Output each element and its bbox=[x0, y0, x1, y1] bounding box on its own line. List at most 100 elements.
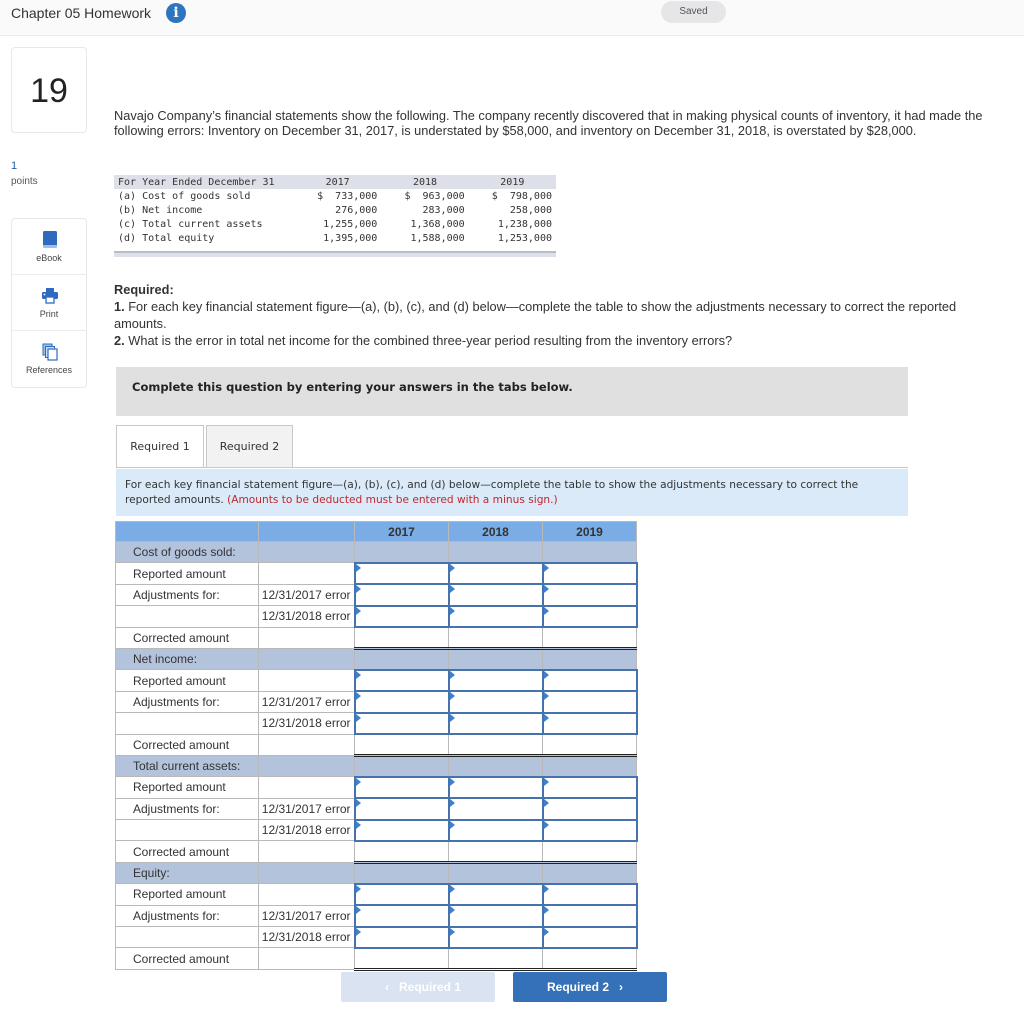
answer-cell[interactable] bbox=[447, 797, 544, 821]
answer-input-3-reported-2017[interactable] bbox=[355, 884, 448, 905]
answer-cell[interactable] bbox=[541, 797, 638, 821]
input-flag-icon bbox=[355, 670, 361, 679]
answer-cell[interactable] bbox=[353, 668, 450, 693]
answer-input-2-err2018-2017[interactable] bbox=[355, 820, 448, 840]
answer-input-3-err2017-2018[interactable] bbox=[449, 906, 542, 926]
answer-cell[interactable] bbox=[541, 775, 638, 800]
answer-cell[interactable] bbox=[541, 882, 638, 907]
answer-input-3-err2018-2019[interactable] bbox=[543, 927, 636, 947]
answer-input-3-err2017-2017[interactable] bbox=[355, 906, 448, 926]
answer-cell[interactable] bbox=[447, 818, 544, 842]
section-header-row: Total current assets: bbox=[115, 754, 637, 778]
answer-cell[interactable] bbox=[541, 690, 638, 714]
answer-input-1-err2018-2019[interactable] bbox=[543, 713, 636, 734]
answer-input-0-reported-2019[interactable] bbox=[543, 563, 636, 584]
answer-input-3-err2018-2018[interactable] bbox=[449, 927, 542, 947]
answer-input-0-err2017-2018[interactable] bbox=[449, 585, 542, 605]
answer-cell[interactable] bbox=[353, 604, 450, 629]
answer-input-0-reported-2017[interactable] bbox=[355, 563, 448, 584]
answer-cell[interactable] bbox=[353, 925, 450, 949]
answer-cell[interactable] bbox=[541, 711, 638, 736]
answer-cell[interactable] bbox=[541, 604, 638, 629]
answer-input-2-reported-2018[interactable] bbox=[449, 777, 542, 798]
question-number: 19 bbox=[11, 47, 87, 133]
answer-cell[interactable] bbox=[541, 561, 638, 586]
answer-cell[interactable] bbox=[447, 711, 544, 736]
input-flag-icon bbox=[543, 799, 549, 808]
references-button[interactable]: References bbox=[12, 331, 86, 387]
answer-cell[interactable] bbox=[353, 690, 450, 714]
answer-input-1-reported-2018[interactable] bbox=[449, 670, 542, 691]
next-required-2-button[interactable]: Required 2 › bbox=[513, 972, 667, 1002]
answer-input-2-err2017-2018[interactable] bbox=[449, 799, 542, 819]
answer-cell[interactable] bbox=[447, 604, 544, 629]
answer-input-2-err2018-2019[interactable] bbox=[543, 820, 636, 840]
blank-cell bbox=[258, 947, 355, 970]
answer-cell[interactable] bbox=[541, 668, 638, 693]
tab-required-1[interactable]: Required 1 bbox=[116, 425, 204, 468]
print-label: Print bbox=[39, 309, 59, 319]
section-title: Equity: bbox=[115, 861, 259, 885]
answer-cell[interactable] bbox=[447, 561, 544, 586]
answer-input-0-err2018-2019[interactable] bbox=[543, 606, 636, 627]
answer-cell[interactable] bbox=[353, 583, 450, 607]
answer-input-0-err2018-2018[interactable] bbox=[449, 606, 542, 627]
given-value: 276,000 bbox=[335, 204, 378, 216]
corrected-amount-output bbox=[448, 626, 543, 650]
answer-input-0-err2018-2017[interactable] bbox=[355, 606, 448, 627]
answer-input-0-err2017-2019[interactable] bbox=[543, 585, 636, 605]
answer-cell[interactable] bbox=[541, 904, 638, 928]
answer-cell[interactable] bbox=[447, 690, 544, 714]
answer-input-0-err2017-2017[interactable] bbox=[355, 585, 448, 605]
answer-cell[interactable] bbox=[447, 904, 544, 928]
given-value: $ 733,000 bbox=[317, 190, 378, 202]
answer-cell[interactable] bbox=[353, 797, 450, 821]
answer-cell[interactable] bbox=[447, 925, 544, 949]
answer-cell[interactable] bbox=[541, 818, 638, 842]
answer-cell[interactable] bbox=[353, 904, 450, 928]
answer-input-3-err2017-2019[interactable] bbox=[543, 906, 636, 926]
previous-required-1-button[interactable]: ‹ Required 1 bbox=[341, 972, 495, 1002]
answer-input-0-reported-2018[interactable] bbox=[449, 563, 542, 584]
input-flag-icon bbox=[355, 820, 361, 829]
print-button[interactable]: Print bbox=[12, 275, 86, 331]
answer-input-2-reported-2019[interactable] bbox=[543, 777, 636, 798]
answer-input-1-reported-2019[interactable] bbox=[543, 670, 636, 691]
answer-input-2-reported-2017[interactable] bbox=[355, 777, 448, 798]
answer-cell[interactable] bbox=[353, 818, 450, 842]
answer-cell[interactable] bbox=[447, 583, 544, 607]
answer-input-1-err2018-2017[interactable] bbox=[355, 713, 448, 734]
answer-cell[interactable] bbox=[353, 775, 450, 800]
answer-input-3-err2018-2017[interactable] bbox=[355, 927, 448, 947]
answer-input-2-err2018-2018[interactable] bbox=[449, 820, 542, 840]
answer-input-3-reported-2018[interactable] bbox=[449, 884, 542, 905]
answer-cell[interactable] bbox=[447, 668, 544, 693]
answer-input-3-reported-2019[interactable] bbox=[543, 884, 636, 905]
references-label: References bbox=[25, 365, 73, 375]
answer-input-1-reported-2017[interactable] bbox=[355, 670, 448, 691]
answer-cell[interactable] bbox=[541, 583, 638, 607]
top-bar: Chapter 05 Homework i Saved bbox=[0, 0, 1024, 36]
answer-cell[interactable] bbox=[541, 925, 638, 949]
info-icon[interactable]: i bbox=[166, 3, 186, 23]
answer-input-1-err2018-2018[interactable] bbox=[449, 713, 542, 734]
required-instructions: Required: 1. For each key financial stat… bbox=[114, 281, 994, 349]
tab-required-2[interactable]: Required 2 bbox=[206, 425, 293, 468]
section-header-row: Net income: bbox=[115, 647, 637, 671]
answer-input-1-err2017-2019[interactable] bbox=[543, 692, 636, 712]
ebook-button[interactable]: eBook bbox=[12, 219, 86, 275]
input-flag-icon bbox=[449, 884, 455, 893]
reported-amount-row: Reported amount bbox=[115, 561, 638, 586]
answer-input-1-err2017-2018[interactable] bbox=[449, 692, 542, 712]
chevron-right-icon: › bbox=[619, 980, 623, 994]
answer-cell[interactable] bbox=[353, 882, 450, 907]
answer-cell[interactable] bbox=[353, 561, 450, 586]
answer-input-1-err2017-2017[interactable] bbox=[355, 692, 448, 712]
given-header-2017: 2017 bbox=[294, 175, 382, 189]
answer-cell[interactable] bbox=[447, 882, 544, 907]
answer-input-2-err2017-2019[interactable] bbox=[543, 799, 636, 819]
answer-cell[interactable] bbox=[353, 711, 450, 736]
answer-input-2-err2017-2017[interactable] bbox=[355, 799, 448, 819]
answer-cell[interactable] bbox=[447, 775, 544, 800]
header-blank bbox=[115, 521, 259, 542]
